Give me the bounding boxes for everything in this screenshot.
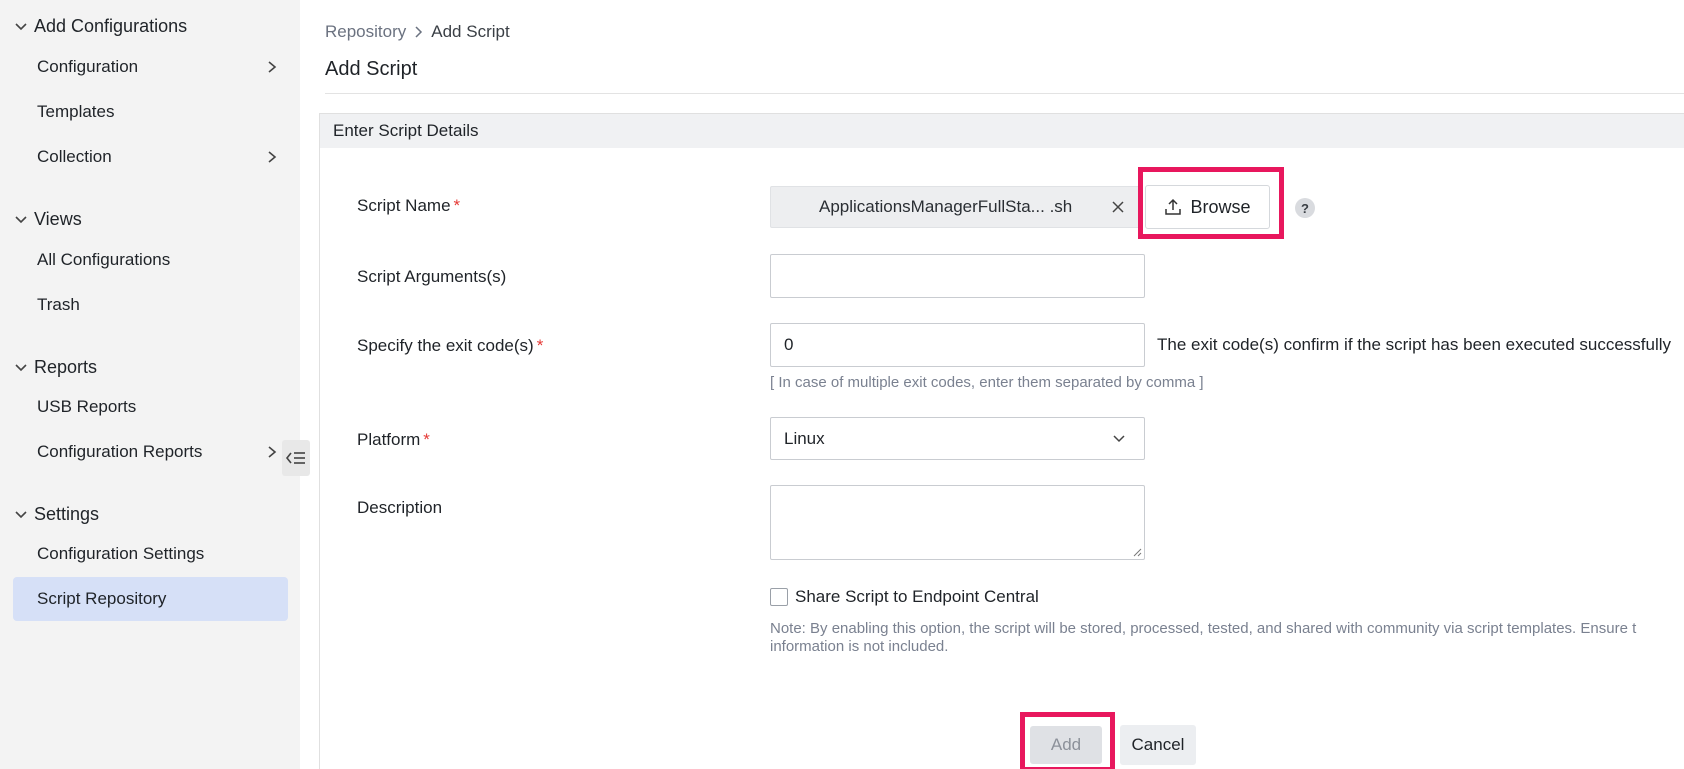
exit-code-note: The exit code(s) confirm if the script h… (1157, 335, 1672, 354)
sidebar-item-configuration-reports[interactable]: Configuration Reports (13, 430, 288, 474)
label-text: Script Name (357, 196, 451, 215)
section-reports[interactable]: Reports (14, 357, 97, 378)
section-title: Reports (34, 357, 98, 377)
breadcrumb-current: Add Script (431, 22, 510, 41)
required-mark: * (453, 196, 461, 215)
label-text: Platform (357, 430, 421, 449)
sidebar-item-label: Trash (37, 295, 80, 314)
required-mark: * (536, 336, 544, 355)
chevron-right-icon (268, 61, 277, 73)
divider (325, 93, 1684, 94)
section-add-configurations[interactable]: Add Configurations (14, 16, 187, 37)
chevron-down-icon (1113, 435, 1125, 443)
share-note-line: information is not included. (770, 638, 949, 655)
share-script-label: Share Script to Endpoint Central (795, 587, 1039, 606)
sidebar-item-usb-reports[interactable]: USB Reports (13, 385, 288, 429)
panel-title: Enter Script Details (320, 114, 1684, 148)
sidebar-item-trash[interactable]: Trash (13, 283, 288, 327)
close-icon[interactable] (1111, 200, 1125, 214)
chevron-right-icon (268, 151, 277, 163)
platform-label: Platform * (357, 430, 430, 450)
exit-code-hint: [ In case of multiple exit codes, enter … (770, 374, 1204, 391)
add-highlight (1020, 712, 1115, 769)
description-label: Description (357, 498, 443, 517)
required-mark: * (423, 430, 430, 449)
sidebar-item-templates[interactable]: Templates (13, 90, 288, 134)
browse-highlight (1138, 167, 1284, 239)
sidebar-item-label: Configuration Reports (37, 442, 203, 461)
chevron-right-icon (268, 446, 277, 458)
sidebar-item-label: Templates (37, 102, 115, 121)
sidebar-item-label: All Configurations (37, 250, 171, 269)
share-note: Note: By enabling this option, the scrip… (770, 620, 1684, 656)
section-title: Views (34, 209, 82, 229)
chevron-down-icon (15, 510, 27, 518)
sidebar-item-configuration-settings[interactable]: Configuration Settings (13, 532, 288, 576)
sidebar-item-label: Configuration Settings (37, 544, 205, 563)
platform-select[interactable]: Linux (770, 417, 1145, 460)
chevron-down-icon (15, 215, 27, 223)
section-settings[interactable]: Settings (14, 504, 99, 525)
exit-code-input[interactable]: 0 (770, 323, 1145, 367)
sidebar-item-script-repository[interactable]: Script Repository (13, 577, 288, 621)
section-title: Settings (34, 504, 100, 524)
label-text: Specify the exit code(s) (357, 336, 534, 355)
description-textarea[interactable] (770, 485, 1145, 560)
script-file-name: ApplicationsManagerFullSta... .sh (819, 197, 1073, 216)
sidebar-item-collection[interactable]: Collection (13, 135, 288, 179)
script-name-label: Script Name * (357, 196, 460, 216)
platform-value: Linux (784, 428, 825, 448)
chevron-down-icon (15, 22, 27, 30)
sidebar-item-label: Configuration (37, 57, 139, 76)
script-file-field: ApplicationsManagerFullSta... .sh (770, 186, 1140, 228)
share-script-checkbox[interactable] (770, 588, 788, 606)
sidebar-item-label: USB Reports (37, 397, 137, 416)
share-note-line: Note: By enabling this option, the scrip… (770, 620, 1637, 637)
section-title: Add Configurations (34, 16, 188, 36)
exit-code-label: Specify the exit code(s) * (357, 336, 543, 356)
page-title: Add Script (325, 58, 418, 80)
sidebar-item-configuration[interactable]: Configuration (13, 45, 288, 89)
breadcrumb: Repository Add Script (325, 22, 510, 42)
script-arguments-input[interactable] (770, 254, 1145, 298)
script-arguments-label: Script Arguments(s) (357, 267, 507, 286)
help-icon[interactable]: ? (1295, 198, 1315, 218)
sidebar-item-label: Script Repository (37, 589, 167, 608)
breadcrumb-repository[interactable]: Repository (325, 22, 406, 42)
resize-handle-icon[interactable] (1132, 547, 1142, 557)
sidebar-item-all-configurations[interactable]: All Configurations (13, 238, 288, 282)
sidebar-item-label: Collection (37, 147, 112, 166)
exit-code-value: 0 (784, 335, 794, 354)
chevron-right-icon (415, 26, 423, 38)
cancel-button[interactable]: Cancel (1120, 725, 1196, 765)
chevron-down-icon (15, 363, 27, 371)
section-views[interactable]: Views (14, 209, 82, 230)
sidebar: Add Configurations Configuration Templat… (0, 0, 300, 769)
